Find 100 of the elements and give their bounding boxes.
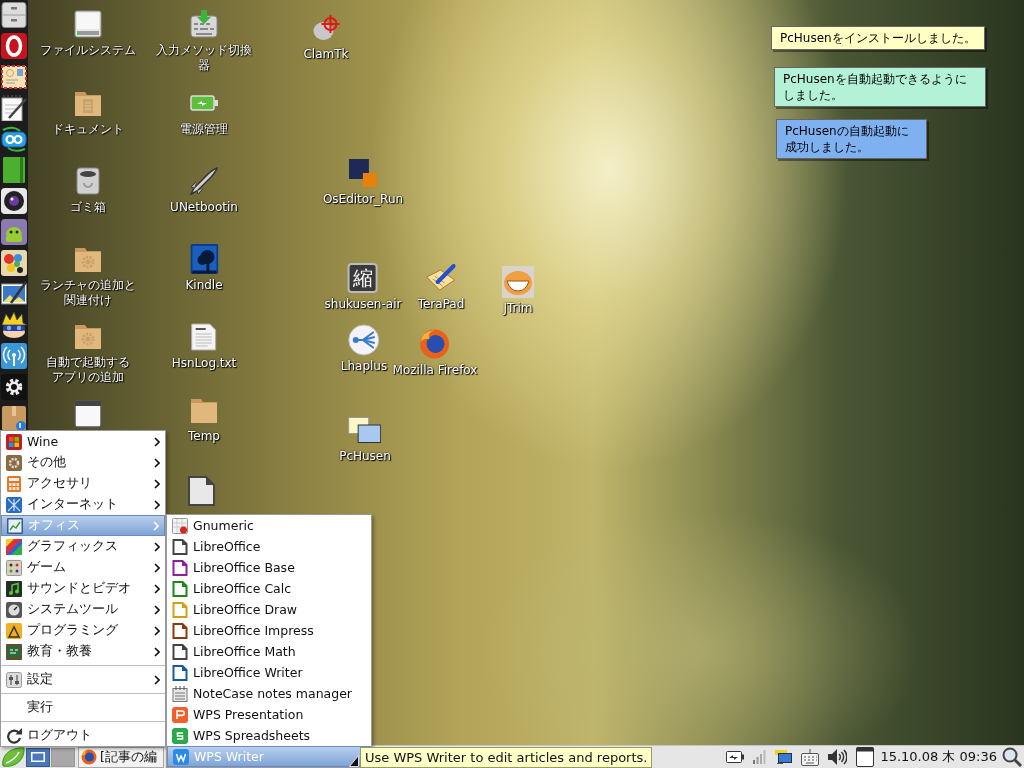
menu-item[interactable]: プログラミング xyxy=(1,620,165,641)
desktop-shortcut[interactable]: ドキュメント xyxy=(52,88,124,137)
chevron-icon xyxy=(154,562,160,573)
display-icon[interactable] xyxy=(775,750,793,764)
menu-item[interactable]: グラフィックス xyxy=(1,536,165,557)
speaker-icon[interactable] xyxy=(828,749,848,765)
menu-item[interactable]: NoteCase notes manager xyxy=(167,683,371,704)
menu-item[interactable]: Wine xyxy=(1,431,165,452)
menu-item[interactable]: LibreOffice Math xyxy=(167,641,371,662)
desktop-shortcut[interactable]: ClamTk xyxy=(303,13,349,62)
notepad-pen-icon xyxy=(426,264,456,292)
document-icon[interactable] xyxy=(187,476,215,506)
document-icon xyxy=(172,622,188,639)
start-button[interactable] xyxy=(1,747,25,767)
package-icon[interactable] xyxy=(1,405,27,431)
fox-globe-icon xyxy=(81,749,97,765)
sticky-notes-icon xyxy=(348,417,382,443)
desktop-shortcut[interactable]: ランチャの追加と関連付け xyxy=(38,244,138,308)
document-folder-icon xyxy=(74,89,102,117)
folder-icon xyxy=(190,396,218,424)
cartoon-character-icon[interactable] xyxy=(1,312,27,338)
fan-disc-icon xyxy=(348,324,380,356)
menu-item[interactable]: LibreOffice xyxy=(167,536,371,557)
cabinet-icon[interactable] xyxy=(1,2,27,28)
search-icon[interactable] xyxy=(1002,747,1022,767)
rocket-icon xyxy=(190,167,218,195)
paint-splash-icon[interactable] xyxy=(1,250,27,276)
desktop-shortcut[interactable]: 入力メソッド切換器 xyxy=(154,9,254,73)
window-icon[interactable] xyxy=(856,747,875,767)
circular-arrow-icon xyxy=(6,727,22,744)
document-icon xyxy=(172,664,188,681)
gear-tile-icon xyxy=(6,454,22,471)
menu-item[interactable]: LibreOffice Base xyxy=(167,557,371,578)
desktop-shortcut[interactable]: UNetbootin xyxy=(170,166,238,215)
robot-icon[interactable] xyxy=(1,219,27,245)
menu-item[interactable]: ゲーム xyxy=(1,557,165,578)
document-icon xyxy=(172,559,188,576)
signal-bars-icon[interactable] xyxy=(753,750,767,764)
menu-item[interactable]: LibreOffice Calc xyxy=(167,578,371,599)
menu-item[interactable]: LibreOffice Writer xyxy=(167,662,371,683)
menu-item[interactable]: Gnumeric xyxy=(167,515,371,536)
antenna-icon[interactable] xyxy=(1,343,27,369)
desktop-shortcut[interactable]: ファイルシステム xyxy=(40,9,136,58)
battery-icon xyxy=(190,95,218,111)
menu-item[interactable]: その他 xyxy=(1,452,165,473)
document-icon xyxy=(172,580,188,597)
chevron-icon xyxy=(154,583,160,594)
desktop-shortcut[interactable]: 自動で起動するアプリの追加 xyxy=(44,321,132,385)
ring-logo-icon[interactable] xyxy=(1,33,27,59)
presentation-icon xyxy=(172,706,188,723)
chevron-icon xyxy=(154,604,160,615)
desktop-shortcut[interactable]: Kindle xyxy=(185,244,223,293)
menu-item[interactable]: LibreOffice Impress xyxy=(167,620,371,641)
gear-icon[interactable] xyxy=(1,374,27,400)
menu-item[interactable]: インターネット xyxy=(1,494,165,515)
calculator-icon xyxy=(6,475,22,492)
tree-tile-icon xyxy=(190,244,218,274)
desktop-shortcut[interactable]: 電源管理 xyxy=(180,88,228,137)
menu-item[interactable]: 実行 xyxy=(1,697,165,718)
battery-charging-icon[interactable] xyxy=(726,751,745,763)
menu-item[interactable]: サウンドとビデオ xyxy=(1,578,165,599)
trash-can-icon xyxy=(74,167,102,195)
chart-icon xyxy=(7,517,23,534)
spreadsheet-icon xyxy=(172,517,188,534)
menu-item[interactable]: システムツール xyxy=(1,599,165,620)
document-icon xyxy=(172,601,188,618)
envelope-icon[interactable] xyxy=(1,64,27,90)
task-button[interactable]: [記事の編 xyxy=(78,746,164,768)
warning-triangle-icon xyxy=(6,622,22,639)
chevron-icon xyxy=(154,541,160,552)
chevron-icon xyxy=(154,625,160,636)
desktop-shortcut[interactable]: HsnLog.txt xyxy=(171,322,237,371)
keyboard-icon[interactable] xyxy=(801,748,820,766)
desktop-shortcut[interactable]: 縮 shukusen-air xyxy=(324,263,402,312)
window-icon[interactable] xyxy=(74,400,102,428)
chevron-icon xyxy=(154,436,160,447)
badge-logo-icon[interactable] xyxy=(1,126,27,152)
workspace-button[interactable] xyxy=(26,747,50,767)
notification-popup: PcHusenをインストールしました。 xyxy=(771,26,985,50)
gauge-icon xyxy=(6,601,22,618)
menu-item[interactable]: ログアウト xyxy=(1,725,165,746)
writer-tile-icon xyxy=(173,748,189,765)
chevron-icon xyxy=(154,646,160,657)
notepad-icon[interactable] xyxy=(1,95,27,121)
clock[interactable]: 15.10.08 木 09:36 xyxy=(880,748,997,766)
folder-gear-icon xyxy=(74,322,102,350)
menu-item[interactable]: 設定 xyxy=(1,669,165,690)
menu-item[interactable]: 教育・教養 xyxy=(1,641,165,662)
grin-icon xyxy=(502,266,534,298)
menu-item[interactable]: WPS Spreadsheets xyxy=(167,725,371,746)
book-icon[interactable] xyxy=(1,157,27,183)
desktop-shortcut[interactable]: ゴミ箱 xyxy=(70,166,106,215)
notification-popup: PcHusenを自動起動できるようにしました。 xyxy=(774,67,986,107)
picture-pen-icon[interactable] xyxy=(1,281,27,307)
menu-item[interactable]: LibreOffice Draw xyxy=(167,599,371,620)
menu-item[interactable]: アクセサリ xyxy=(1,473,165,494)
menu-item[interactable]: WPS Presentation xyxy=(167,704,371,725)
chalkboard-icon xyxy=(6,643,22,660)
camera-lens-icon[interactable] xyxy=(1,188,27,214)
desktop-shortcut[interactable]: Temp xyxy=(188,395,220,444)
